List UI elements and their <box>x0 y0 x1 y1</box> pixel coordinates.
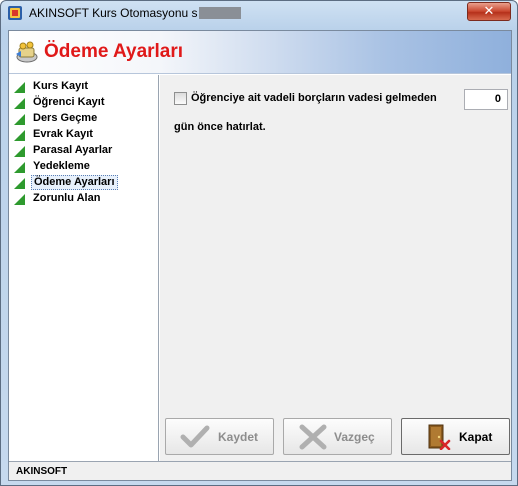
close-button-label: Kapat <box>459 430 493 444</box>
reminder-suffix-label: gün önce hatırlat. <box>174 121 266 133</box>
reminder-days-input[interactable]: 0 <box>464 89 508 110</box>
green-triangle-icon <box>14 130 25 141</box>
client-area: Ödeme Ayarları Kurs Kayıt Öğrenci Kayıt … <box>8 30 512 481</box>
sidebar-item-zorunlu-alan[interactable]: Zorunlu Alan <box>9 191 159 207</box>
green-triangle-icon <box>14 146 25 157</box>
sidebar-item-label: Öğrenci Kayıt <box>33 96 105 108</box>
sidebar-item-evrak-kayit[interactable]: Evrak Kayıt <box>9 127 159 143</box>
cancel-button[interactable]: Vazgeç <box>283 418 392 455</box>
close-icon: ✕ <box>483 4 495 19</box>
sidebar-item-ogrenci-kayit[interactable]: Öğrenci Kayıt <box>9 95 159 111</box>
title-bar[interactable]: AKINSOFT Kurs Otomasyonu s ✕ <box>1 1 517 25</box>
sidebar-item-label: Parasal Ayarlar <box>33 144 113 156</box>
cancel-button-label: Vazgeç <box>334 430 375 444</box>
sidebar-item-kurs-kayit[interactable]: Kurs Kayıt <box>9 79 159 95</box>
checkmark-icon <box>180 425 210 448</box>
sidebar-item-odeme-ayarlari[interactable]: Ödeme Ayarları <box>9 175 159 191</box>
save-button-label: Kaydet <box>218 430 259 444</box>
status-text: AKINSOFT <box>16 466 68 477</box>
sidebar-item-label: Zorunlu Alan <box>33 192 101 204</box>
close-button[interactable]: Kapat <box>401 418 510 455</box>
page-title: Ödeme Ayarları <box>44 41 184 62</box>
green-triangle-icon <box>14 114 25 125</box>
green-triangle-icon <box>14 178 25 189</box>
sidebar-item-label: Ders Geçme <box>33 112 98 124</box>
green-triangle-icon <box>14 162 25 173</box>
sidebar-item-label: Evrak Kayıt <box>33 128 93 140</box>
window-close-button[interactable]: ✕ <box>467 2 511 21</box>
green-triangle-icon <box>14 82 25 93</box>
settings-sidebar: Kurs Kayıt Öğrenci Kayıt Ders Geçme Evra… <box>9 75 159 461</box>
status-bar: AKINSOFT <box>9 461 511 480</box>
page-header: Ödeme Ayarları <box>9 31 511 74</box>
redacted-title-part <box>198 7 241 19</box>
exit-door-icon <box>428 424 451 450</box>
sidebar-item-label: Yedekleme <box>33 160 90 172</box>
settings-wizard-icon <box>16 41 38 63</box>
cross-icon <box>299 424 327 450</box>
sidebar-item-label: Ödeme Ayarları <box>31 175 118 190</box>
app-window: AKINSOFT Kurs Otomasyonu s ✕ Ödeme Ayarl… <box>0 0 518 486</box>
app-icon <box>8 6 22 20</box>
reminder-checkbox[interactable] <box>174 92 187 105</box>
sidebar-item-parasal-ayarlar[interactable]: Parasal Ayarlar <box>9 143 159 159</box>
sidebar-item-label: Kurs Kayıt <box>33 80 89 92</box>
window-title: AKINSOFT Kurs Otomasyonu s <box>29 6 241 20</box>
green-triangle-icon <box>14 98 25 109</box>
save-button[interactable]: Kaydet <box>165 418 274 455</box>
window-title-text: AKINSOFT Kurs Otomasyonu s <box>29 6 198 20</box>
sidebar-item-yedekleme[interactable]: Yedekleme <box>9 159 159 175</box>
green-triangle-icon <box>14 194 25 205</box>
reminder-checkbox-label[interactable]: Öğrenciye ait vadeli borçların vadesi ge… <box>191 92 437 104</box>
settings-panel: Öğrenciye ait vadeli borçların vadesi ge… <box>160 75 511 461</box>
sidebar-item-ders-gecme[interactable]: Ders Geçme <box>9 111 159 127</box>
